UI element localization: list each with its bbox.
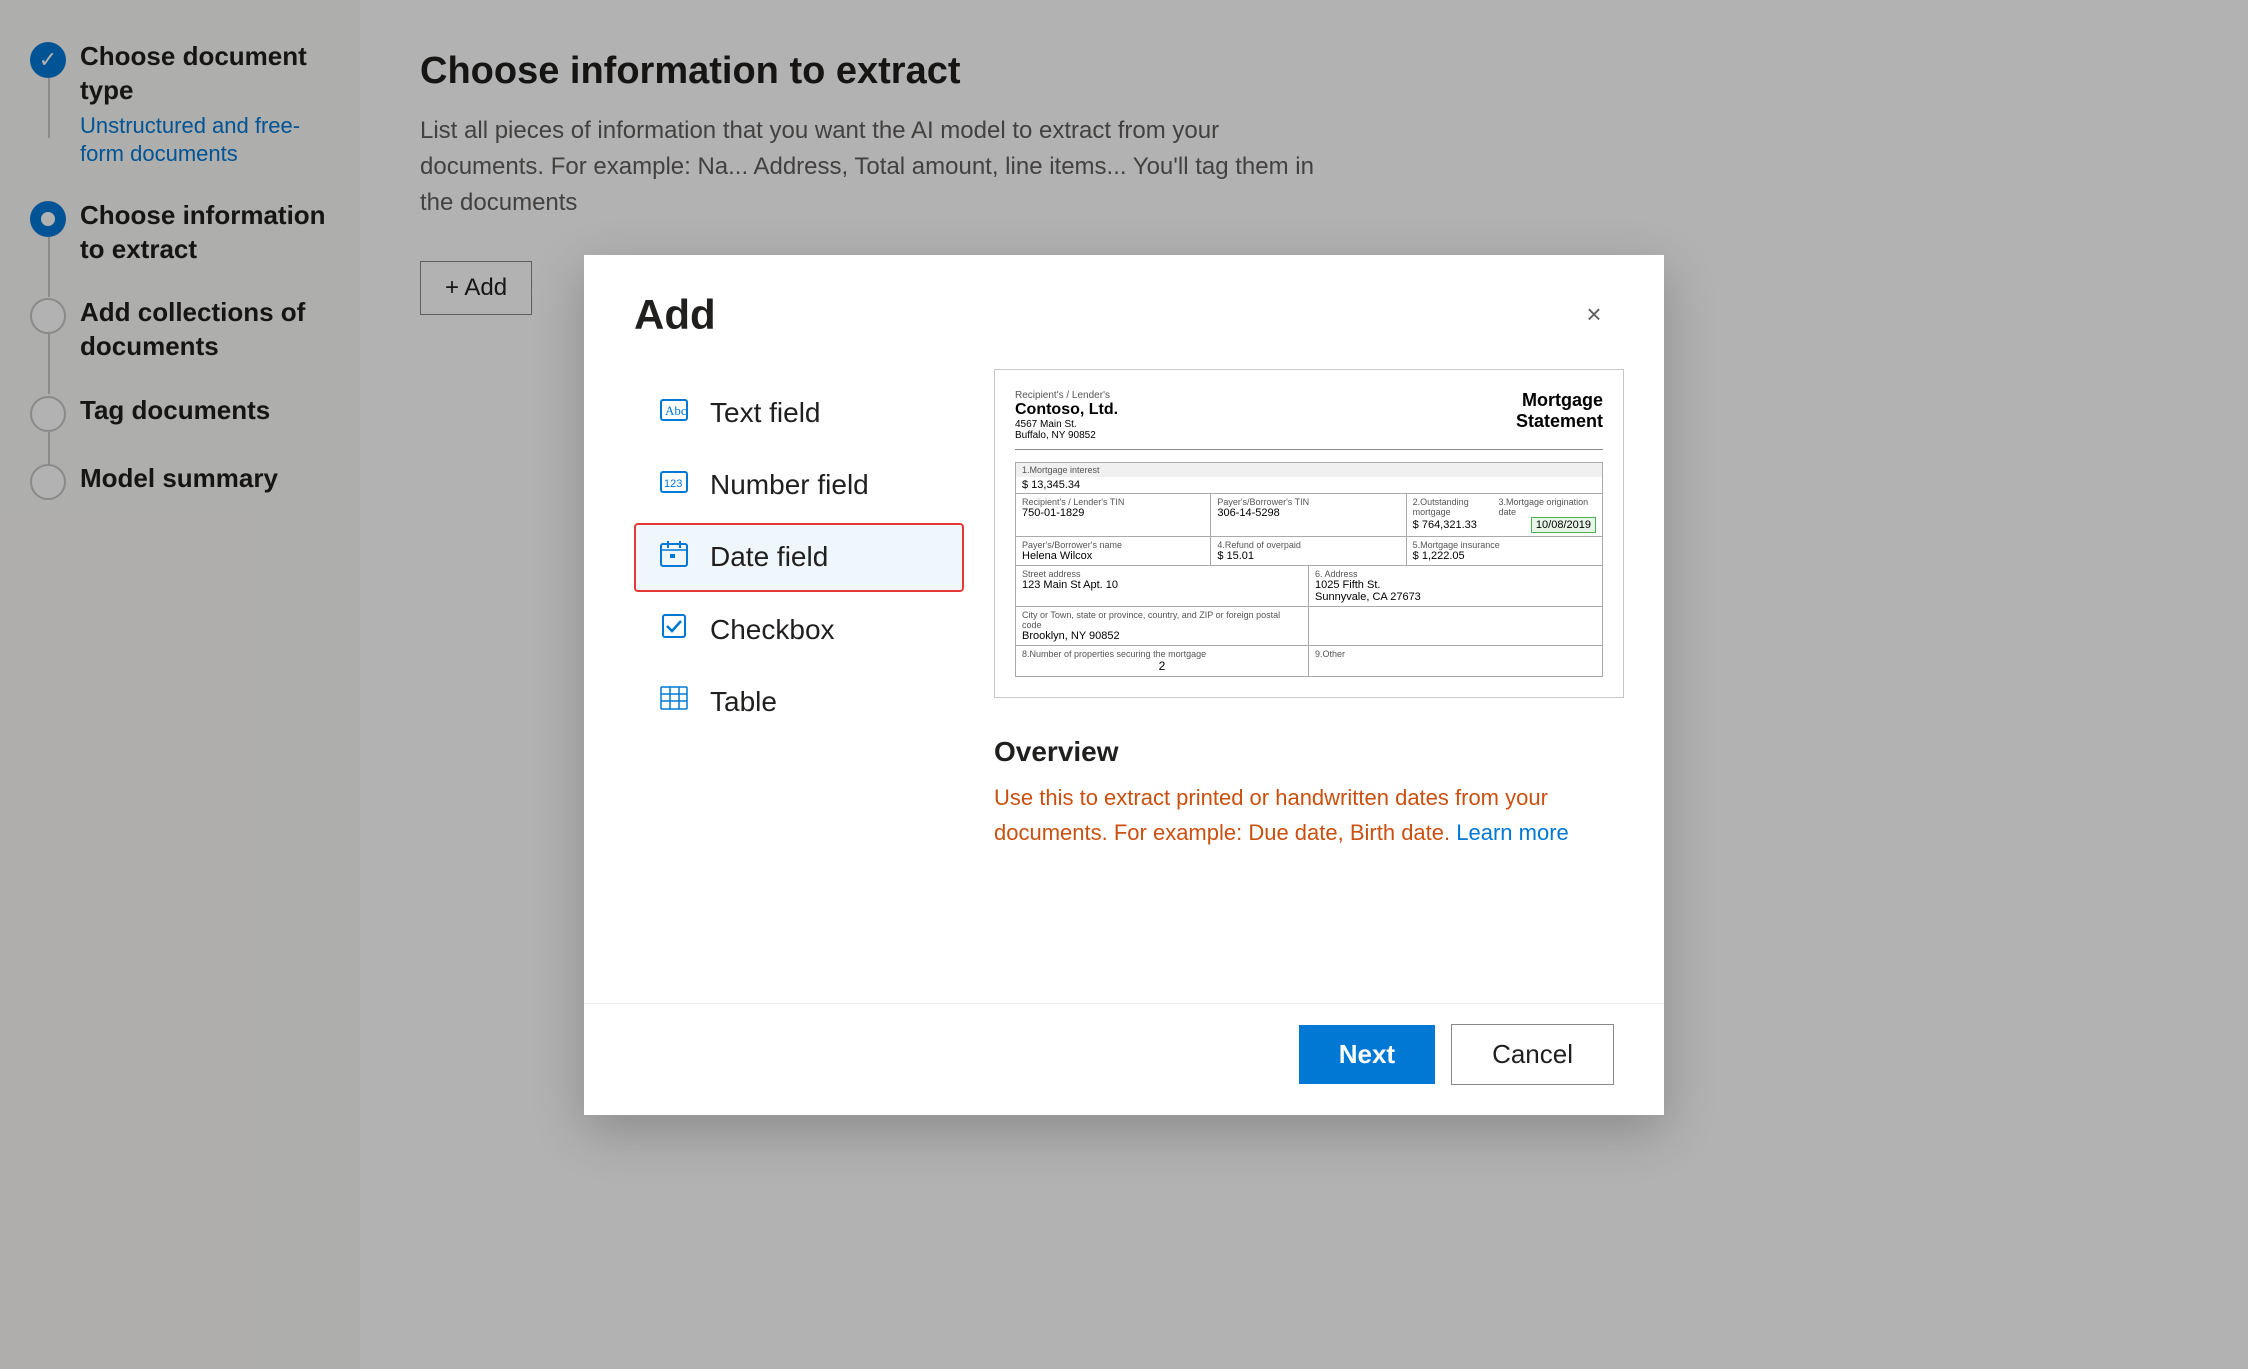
mortgage-row4: Street address 123 Main St Apt. 10 6. Ad…: [1015, 566, 1603, 607]
insurance-label: 5.Mortgage insurance: [1413, 540, 1596, 550]
tin-value: 750-01-1829: [1022, 507, 1204, 519]
outstanding-value: $ 764,321.33: [1413, 519, 1477, 531]
checkbox-label: Checkbox: [710, 614, 835, 646]
svg-text:123: 123: [664, 478, 682, 490]
street-label: Street address: [1022, 569, 1302, 579]
street-value: 123 Main St Apt. 10: [1022, 579, 1302, 591]
number-field-icon: 123: [656, 469, 692, 500]
recipient-label: Recipient's / Lender's: [1015, 390, 1118, 401]
tin-cell: Recipient's / Lender's TIN 750-01-1829: [1016, 494, 1211, 536]
text-field-label: Text field: [710, 397, 821, 429]
address-1: 4567 Main St.: [1015, 419, 1118, 430]
overview-title: Overview: [994, 736, 1624, 768]
overview-text: Use this to extract printed or handwritt…: [994, 780, 1624, 850]
other-label: 9.Other: [1315, 649, 1596, 659]
field-item-text[interactable]: Abc Text field: [634, 379, 964, 447]
street-cell: Street address 123 Main St Apt. 10: [1016, 566, 1309, 606]
mortgage-header: Recipient's / Lender's Contoso, Ltd. 456…: [1015, 390, 1603, 450]
origination-label: 3.Mortgage origination date: [1499, 497, 1596, 517]
field-item-date[interactable]: Date field: [634, 523, 964, 592]
mortgage-row5: City or Town, state or province, country…: [1015, 607, 1603, 646]
date-field-label: Date field: [710, 541, 828, 573]
other-cell: 9.Other: [1309, 646, 1602, 676]
next-button[interactable]: Next: [1299, 1025, 1435, 1084]
outstanding-values: $ 764,321.33 10/08/2019: [1413, 517, 1596, 533]
preview-panel: Recipient's / Lender's Contoso, Ltd. 456…: [964, 369, 1664, 973]
checkbox-icon: [656, 614, 692, 645]
field-item-table[interactable]: Table: [634, 668, 964, 736]
address6-cell: 6. Address 1025 Fifth St. Sunnyvale, CA …: [1309, 566, 1602, 606]
field-item-number[interactable]: 123 Number field: [634, 451, 964, 519]
insurance-cell: 5.Mortgage insurance $ 1,222.05: [1407, 537, 1602, 565]
interest-value: $ 13,345.34: [1016, 477, 1602, 493]
learn-more-link[interactable]: Learn more: [1456, 820, 1569, 845]
tin-label: Recipient's / Lender's TIN: [1022, 497, 1204, 507]
mortgage-row3: Payer's/Borrower's name Helena Wilcox 4.…: [1015, 537, 1603, 566]
close-button[interactable]: ×: [1574, 295, 1614, 335]
svg-text:Abc: Abc: [665, 403, 687, 418]
cancel-button[interactable]: Cancel: [1451, 1024, 1614, 1085]
date-field-icon: [656, 541, 692, 574]
payer-tin-cell: Payer's/Borrower's TIN 306-14-5298: [1211, 494, 1406, 536]
city-cell: City or Town, state or province, country…: [1016, 607, 1309, 645]
mortgage-row2: Recipient's / Lender's TIN 750-01-1829 P…: [1015, 494, 1603, 537]
outstanding-label: 2.Outstanding mortgage: [1413, 497, 1499, 517]
field-list: Abc Text field 123 Number field Da: [584, 369, 964, 973]
mortgage-title-block: MortgageStatement: [1516, 390, 1603, 432]
city-value: Brooklyn, NY 90852: [1022, 630, 1302, 642]
mortgage-company-block: Recipient's / Lender's Contoso, Ltd. 456…: [1015, 390, 1118, 441]
company-name: Contoso, Ltd.: [1015, 401, 1118, 419]
properties-value: 2: [1022, 659, 1302, 673]
interest-label: 1.Mortgage interest: [1016, 463, 1602, 477]
payer-tin-value: 306-14-5298: [1217, 507, 1399, 519]
mortgage-row1: 1.Mortgage interest $ 13,345.34: [1015, 462, 1603, 494]
mortgage-preview: Recipient's / Lender's Contoso, Ltd. 456…: [994, 369, 1624, 698]
mortgage-doc-title: MortgageStatement: [1516, 390, 1603, 432]
properties-cell: 8.Number of properties securing the mort…: [1016, 646, 1309, 676]
table-icon: [656, 686, 692, 717]
number-field-label: Number field: [710, 469, 869, 501]
refund-label: 4.Refund of overpaid: [1217, 540, 1399, 550]
spacer-cell: [1309, 607, 1602, 645]
dialog-footer: Next Cancel: [584, 1003, 1664, 1115]
name-value: Helena Wilcox: [1022, 550, 1204, 562]
modal-overlay: Add × Abc Text field 123 Num: [0, 0, 2248, 1369]
name-label: Payer's/Borrower's name: [1022, 540, 1204, 550]
dialog-body: Abc Text field 123 Number field Da: [584, 359, 1664, 1003]
table-label: Table: [710, 686, 777, 718]
field-item-checkbox[interactable]: Checkbox: [634, 596, 964, 664]
outstanding-cell: 2.Outstanding mortgage 3.Mortgage origin…: [1407, 494, 1602, 536]
dialog-title: Add: [634, 291, 716, 339]
properties-label: 8.Number of properties securing the mort…: [1022, 649, 1302, 659]
payer-tin-label: Payer's/Borrower's TIN: [1217, 497, 1399, 507]
overview-section: Overview Use this to extract printed or …: [994, 726, 1624, 850]
insurance-value: $ 1,222.05: [1413, 550, 1596, 562]
add-dialog: Add × Abc Text field 123 Num: [584, 255, 1664, 1115]
mortgage-row6: 8.Number of properties securing the mort…: [1015, 646, 1603, 677]
origination-value: 10/08/2019: [1531, 517, 1596, 533]
dialog-header: Add ×: [584, 255, 1664, 359]
city-label: City or Town, state or province, country…: [1022, 610, 1302, 630]
address6-value: 1025 Fifth St. Sunnyvale, CA 27673: [1315, 579, 1596, 603]
refund-value: $ 15.01: [1217, 550, 1399, 562]
refund-cell: 4.Refund of overpaid $ 15.01: [1211, 537, 1406, 565]
name-cell: Payer's/Borrower's name Helena Wilcox: [1016, 537, 1211, 565]
address-2: Buffalo, NY 90852: [1015, 430, 1118, 441]
text-field-icon: Abc: [656, 397, 692, 428]
outstanding-labels: 2.Outstanding mortgage 3.Mortgage origin…: [1413, 497, 1596, 517]
address6-label: 6. Address: [1315, 569, 1596, 579]
